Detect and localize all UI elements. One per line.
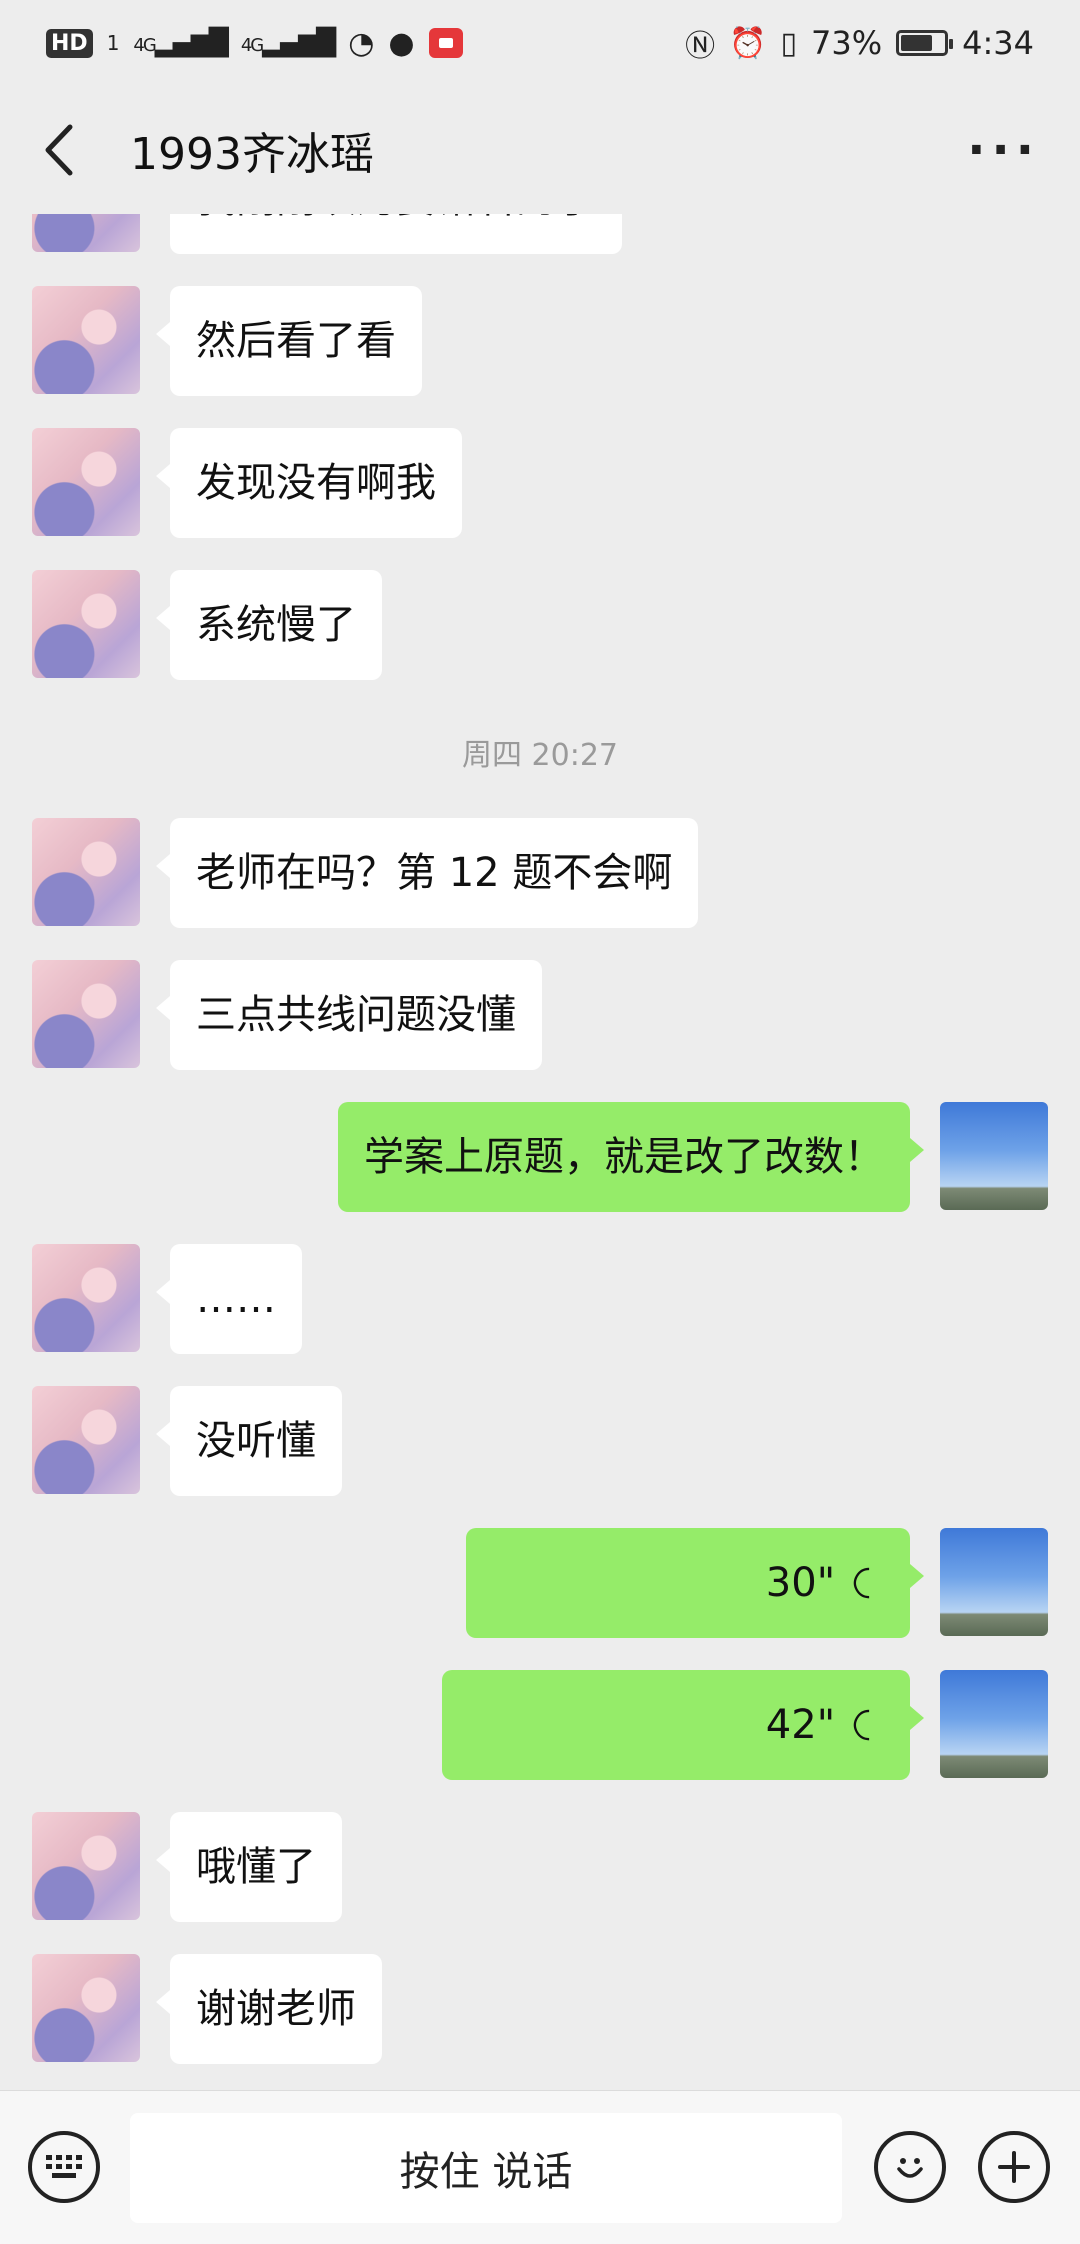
network-type-two: 4G bbox=[240, 35, 264, 56]
message-bubble-outgoing[interactable]: 学案上原题，就是改了改数！ bbox=[338, 1102, 924, 1212]
voice-wave-icon: ◠ bbox=[843, 1565, 890, 1601]
chat-title: 1993齐冰瑶 bbox=[130, 129, 374, 180]
message-bubble-incoming[interactable]: 哦懂了 bbox=[156, 1812, 342, 1922]
contact-avatar[interactable] bbox=[32, 428, 140, 536]
message-text: 然后看了看 bbox=[196, 318, 396, 364]
hd-indicator: HD bbox=[46, 28, 93, 58]
battery-percent: 73% bbox=[811, 24, 883, 62]
message-text: 老师在吗？第 12 题不会啊 bbox=[196, 850, 673, 896]
keyboard-toggle-button[interactable] bbox=[28, 2131, 100, 2203]
clock: 4:34 bbox=[962, 24, 1034, 62]
message-bubble-incoming[interactable]: 老师在吗？第 12 题不会啊 bbox=[155, 818, 699, 928]
input-bar: 按住 说话 bbox=[0, 2090, 1080, 2244]
message-text: 学案上原题，就是改了改数！ bbox=[364, 1134, 884, 1180]
chevron-left-icon bbox=[45, 124, 73, 176]
message-bubble-incoming[interactable]: 没听懂 bbox=[156, 1386, 342, 1496]
chat-header: 1993齐冰瑶 ··· bbox=[0, 86, 1080, 214]
sim-indicator: 1 bbox=[106, 31, 120, 55]
contact-avatar[interactable] bbox=[32, 1954, 140, 2062]
voice-duration: 30" bbox=[765, 1560, 836, 1606]
message-bubble-incoming[interactable]: 系统慢了 bbox=[156, 570, 382, 680]
message-text: 系统慢了 bbox=[196, 602, 356, 648]
contact-avatar[interactable] bbox=[32, 960, 140, 1068]
message-text: 哦懂了 bbox=[196, 1844, 316, 1890]
battery-icon bbox=[896, 30, 954, 56]
contact-avatar[interactable] bbox=[32, 1386, 140, 1494]
voice-message-bubble[interactable]: 30" ◠ bbox=[466, 1528, 924, 1638]
voice-duration: 42" bbox=[765, 1702, 836, 1748]
more-functions-button[interactable] bbox=[978, 2131, 1050, 2203]
message-bubble-incoming[interactable]: 我刚刚以为要错看的了 bbox=[170, 214, 622, 254]
wifi-icon: ◔ bbox=[348, 25, 375, 61]
alarm-icon: ⏰ bbox=[729, 25, 767, 61]
vpn-icon: ● bbox=[388, 25, 415, 61]
contact-avatar[interactable] bbox=[32, 286, 140, 394]
message-bubble-incoming[interactable]: 发现没有啊我 bbox=[156, 428, 462, 538]
keyboard-icon bbox=[46, 2155, 82, 2178]
signal-icon: 4G▂▄▆█ bbox=[133, 28, 228, 58]
message-text: 谢谢老师 bbox=[196, 1986, 356, 2032]
voice-message-bubble[interactable]: 42" ◠ bbox=[442, 1670, 924, 1780]
message-bubble-incoming[interactable]: …… bbox=[156, 1244, 302, 1354]
chat-message-list[interactable]: 我刚刚以为要错看的了 然后看了看 发现没有啊我 系统慢了 周四 20:27 老师… bbox=[0, 214, 1080, 2090]
signal-icon-two: 4G▂▄▆█ bbox=[240, 28, 336, 58]
vibrate-icon: ▯ bbox=[780, 25, 798, 61]
my-avatar[interactable] bbox=[940, 1670, 1048, 1778]
status-bar: HD 1 4G▂▄▆█ 4G▂▄▆█ ◔ ● Ⓝ ⏰ ▯ 73% 4:34 bbox=[0, 0, 1080, 86]
plus-icon bbox=[998, 2151, 1030, 2183]
contact-avatar[interactable] bbox=[32, 818, 140, 926]
message-bubble-incoming[interactable]: 然后看了看 bbox=[156, 286, 422, 396]
contact-avatar[interactable] bbox=[32, 1244, 140, 1352]
message-text: 我刚刚以为要错看的了 bbox=[196, 214, 596, 222]
message-bubble-incoming[interactable]: 三点共线问题没懂 bbox=[156, 960, 542, 1070]
voice-wave-icon: ◠ bbox=[843, 1707, 890, 1743]
my-avatar[interactable] bbox=[940, 1528, 1048, 1636]
battery-fill bbox=[901, 35, 933, 51]
hold-to-talk-button[interactable]: 按住 说话 bbox=[130, 2113, 842, 2223]
contact-avatar[interactable] bbox=[32, 214, 140, 252]
contact-avatar[interactable] bbox=[32, 570, 140, 678]
screen-record-icon bbox=[428, 28, 463, 58]
message-text: 三点共线问题没懂 bbox=[196, 992, 516, 1038]
network-type-one: 4G bbox=[133, 35, 156, 56]
message-bubble-incoming[interactable]: 谢谢老师 bbox=[156, 1954, 382, 2064]
contact-avatar[interactable] bbox=[32, 1812, 140, 1920]
back-button[interactable] bbox=[30, 120, 90, 180]
emoji-button[interactable] bbox=[874, 2131, 946, 2203]
message-text: 没听懂 bbox=[196, 1418, 316, 1464]
message-timestamp: 周四 20:27 bbox=[462, 738, 618, 773]
nfc-icon: Ⓝ bbox=[685, 29, 716, 64]
message-text: 发现没有啊我 bbox=[196, 460, 436, 506]
more-dots-icon: ··· bbox=[967, 122, 1040, 178]
my-avatar[interactable] bbox=[940, 1102, 1048, 1210]
more-button[interactable]: ··· bbox=[967, 122, 1050, 178]
emoji-icon bbox=[897, 2158, 923, 2178]
message-text: …… bbox=[196, 1276, 276, 1322]
